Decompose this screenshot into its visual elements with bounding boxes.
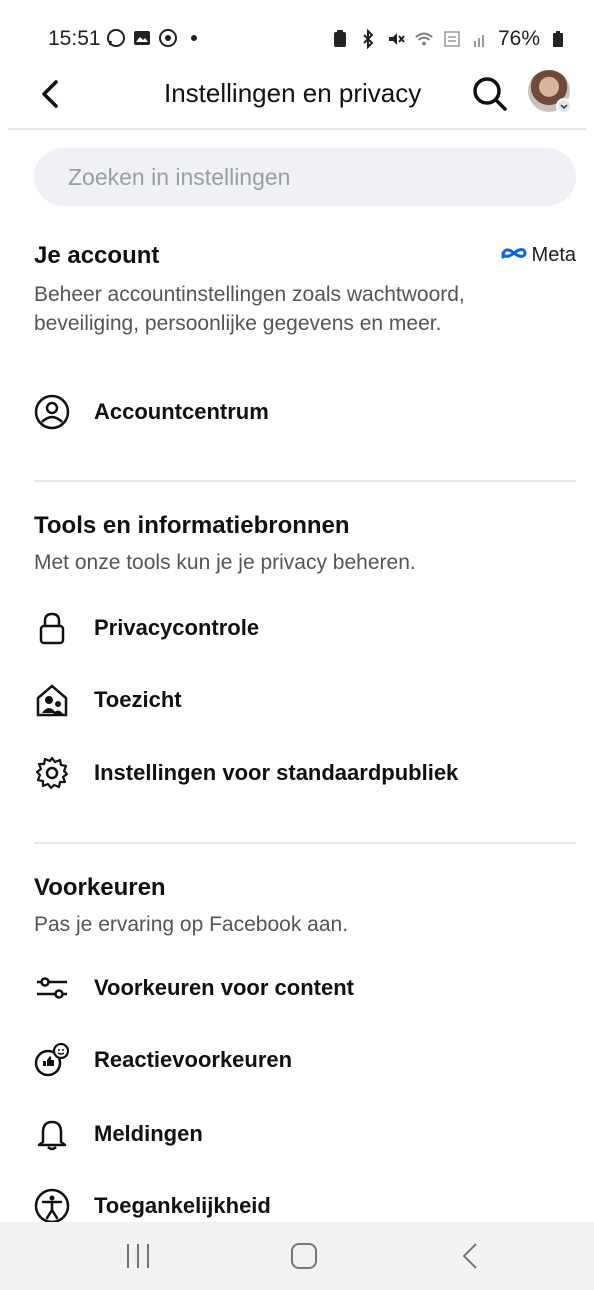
list-item-toezicht[interactable]: Toezicht	[34, 678, 554, 722]
back-button[interactable]	[34, 74, 70, 114]
list-item-standaardpubliek[interactable]: Instellingen voor standaardpubliek	[34, 751, 554, 795]
list-item-meldingen[interactable]: Meldingen	[34, 1112, 554, 1156]
reaction-icon	[34, 1042, 70, 1078]
page-title: Instellingen en privacy	[164, 78, 422, 108]
lock-icon	[34, 610, 70, 646]
list-item-label: Meldingen	[94, 1121, 203, 1146]
list-item-label: Instellingen voor standaardpubliek	[94, 760, 459, 785]
list-item-label: Reactievoorkeuren	[94, 1047, 293, 1072]
section-title-tools: Tools en informatiebronnen	[34, 512, 350, 539]
battery-saver-icon	[330, 29, 350, 49]
volte-icon	[442, 29, 462, 49]
chevron-down-icon[interactable]	[556, 98, 572, 114]
section-title-account: Je account	[34, 242, 160, 269]
list-item-accountcentrum[interactable]: Accountcentrum	[34, 390, 554, 434]
battery-icon	[548, 29, 568, 49]
search-icon[interactable]	[470, 74, 510, 114]
recent-apps-button[interactable]	[118, 1240, 158, 1272]
whatsapp-icon	[106, 28, 126, 48]
bell-icon	[34, 1116, 70, 1152]
section-divider	[34, 480, 576, 482]
mute-icon	[386, 29, 406, 49]
system-nav-bar	[0, 1222, 594, 1290]
nav-back-button[interactable]	[452, 1240, 492, 1272]
meta-label: Meta	[531, 244, 576, 266]
list-item-privacycontrole[interactable]: Privacycontrole	[34, 606, 554, 650]
section-title-voorkeuren: Voorkeuren	[34, 874, 166, 901]
accessibility-icon	[34, 1188, 70, 1224]
supervision-icon	[34, 682, 70, 718]
meta-logo: Meta	[500, 244, 576, 267]
header-divider	[8, 128, 586, 130]
status-time: 15:51	[48, 27, 101, 50]
notification-icons	[106, 28, 204, 48]
system-status: 76%	[330, 27, 568, 51]
list-item-content[interactable]: Voorkeuren voor content	[34, 966, 554, 1010]
bluetooth-icon	[358, 29, 378, 49]
list-item-label: Voorkeuren voor content	[94, 975, 354, 1000]
meta-infinity-icon	[500, 244, 528, 267]
list-item-label: Toegankelijkheid	[94, 1193, 271, 1218]
list-item-label: Privacycontrole	[94, 615, 260, 640]
app-header: Instellingen en privacy	[0, 62, 594, 126]
gallery-icon	[132, 28, 152, 48]
list-item-label: Toezicht	[94, 687, 182, 712]
home-button[interactable]	[284, 1240, 324, 1272]
list-item-reactievoorkeuren[interactable]: Reactievoorkeuren	[34, 1038, 554, 1082]
dot-icon	[184, 28, 204, 48]
gear-icon	[34, 755, 70, 791]
section-desc-account: Beheer accountinstellingen zoals wachtwo…	[34, 283, 465, 335]
wifi-icon	[414, 29, 434, 49]
signal-icon	[470, 29, 490, 49]
person-circle-icon	[34, 394, 70, 430]
app-icon	[158, 28, 178, 48]
sliders-icon	[34, 970, 70, 1006]
section-desc-tools: Met onze tools kun je je privacy beheren…	[34, 551, 416, 574]
battery-percent: 76%	[497, 27, 540, 50]
section-desc-voorkeuren: Pas je ervaring op Facebook aan.	[34, 913, 349, 936]
search-input[interactable]: Zoeken in instellingen	[34, 148, 576, 206]
list-item-label: Accountcentrum	[94, 399, 269, 424]
section-divider	[34, 842, 576, 844]
